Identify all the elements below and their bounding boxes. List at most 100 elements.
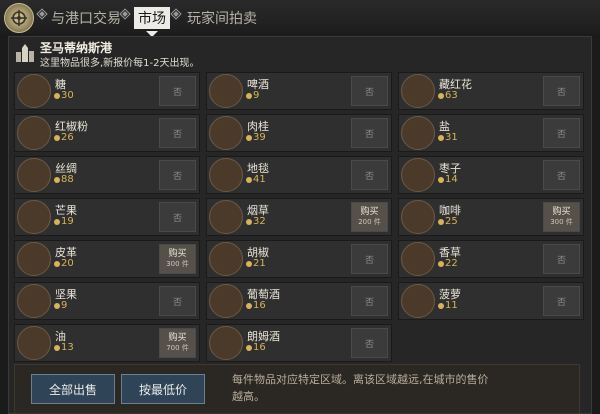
mango-crate-icon [17,200,51,234]
tab-separator-icon [119,8,131,20]
goods-item[interactable]: 糖 30 否 [14,72,200,110]
coin-icon [54,93,60,99]
buy-price: 300 件 [550,218,573,226]
no-offer-button[interactable]: 否 [543,286,580,316]
goods-quantity: 31 [445,132,458,143]
coin-icon [438,135,444,141]
action-label: 否 [364,171,374,182]
goods-quantity: 16 [253,342,266,353]
buy-price: 700 件 [166,344,189,352]
goods-item[interactable]: 红椒粉 26 否 [14,114,200,152]
goods-item[interactable]: 香草 22 否 [398,240,584,278]
no-offer-button[interactable]: 否 [159,160,196,190]
coin-icon [246,219,252,225]
action-label: 否 [172,297,182,308]
action-label: 否 [172,213,182,224]
action-label: 否 [556,129,566,140]
goods-quantity: 32 [253,216,266,227]
action-label: 否 [364,255,374,266]
no-offer-button[interactable]: 否 [351,244,388,274]
no-offer-button[interactable]: 否 [159,118,196,148]
sell-all-button[interactable]: 全部出售 [31,374,115,404]
goods-quantity: 9 [253,90,260,101]
goods-item[interactable]: 烟草 32 购买 200 件 [206,198,392,236]
coin-icon [54,177,60,183]
tab-port-trade[interactable]: 与港口交易 [51,8,121,28]
goods-item[interactable]: 胡椒 21 否 [206,240,392,278]
no-offer-button[interactable]: 否 [351,118,388,148]
no-offer-button[interactable]: 否 [543,244,580,274]
action-label: 否 [364,87,374,98]
no-offer-button[interactable]: 否 [351,160,388,190]
coin-icon [54,261,60,267]
no-offer-button[interactable]: 否 [543,118,580,148]
goods-item[interactable]: 枣子 14 否 [398,156,584,194]
carpet-icon [209,158,243,192]
dates-icon [401,158,435,192]
no-offer-button[interactable]: 否 [543,76,580,106]
action-label: 否 [364,129,374,140]
coin-icon [54,345,60,351]
goods-item[interactable]: 皮革 20 购买 300 件 [14,240,200,278]
port-description: 这里物品很多,新报价每1-2天出现。 [40,58,200,69]
goods-item[interactable]: 芒果 19 否 [14,198,200,236]
no-offer-button[interactable]: 否 [351,286,388,316]
top-bar: 与港口交易 市场 玩家间拍卖 [0,0,600,37]
goods-item[interactable]: 菠萝 11 否 [398,282,584,320]
goods-item[interactable]: 油 13 购买 700 件 [14,324,200,362]
goods-quantity: 13 [61,342,74,353]
tab-market[interactable]: 市场 [134,7,170,29]
port-icon [16,44,34,62]
sugar-sack-icon [17,74,51,108]
coin-icon [54,135,60,141]
action-label: 否 [556,255,566,266]
tobacco-icon [209,200,243,234]
nuts-sack-icon [17,284,51,318]
goods-quantity: 20 [61,258,74,269]
no-offer-button[interactable]: 否 [351,328,388,358]
goods-item[interactable]: 朗姆酒 16 否 [206,324,392,362]
wine-bottle-icon [209,284,243,318]
salt-icon [401,116,435,150]
action-label: 否 [556,297,566,308]
no-offer-button[interactable]: 否 [159,76,196,106]
action-label: 否 [172,171,182,182]
no-offer-button[interactable]: 否 [159,202,196,232]
action-label: 购买 [360,207,379,217]
goods-quantity: 14 [445,174,458,185]
goods-item[interactable]: 坚果 9 否 [14,282,200,320]
helm-logo-icon[interactable] [4,3,34,33]
goods-quantity: 21 [253,258,266,269]
no-offer-button[interactable]: 否 [351,76,388,106]
goods-item[interactable]: 丝绸 88 否 [14,156,200,194]
goods-item[interactable]: 啤酒 9 否 [206,72,392,110]
goods-item[interactable]: 咖啡 25 购买 300 件 [398,198,584,236]
tab-player-auction[interactable]: 玩家间拍卖 [187,8,257,28]
goods-item[interactable]: 地毯 41 否 [206,156,392,194]
buy-button[interactable]: 购买 700 件 [159,328,196,358]
no-offer-button[interactable]: 否 [543,160,580,190]
goods-quantity: 16 [253,300,266,311]
goods-item[interactable]: 葡萄酒 16 否 [206,282,392,320]
action-label: 购买 [168,333,187,343]
buy-button[interactable]: 购买 300 件 [159,244,196,274]
action-label: 购买 [552,207,571,217]
buy-button[interactable]: 购买 200 件 [351,202,388,232]
goods-item[interactable]: 盐 31 否 [398,114,584,152]
saffron-icon [401,74,435,108]
no-offer-button[interactable]: 否 [159,286,196,316]
paprika-icon [17,116,51,150]
goods-item[interactable]: 藏红花 63 否 [398,72,584,110]
action-label: 否 [556,171,566,182]
coin-icon [54,303,60,309]
buy-button[interactable]: 购买 300 件 [543,202,580,232]
buy-price: 200 件 [358,218,381,226]
goods-quantity: 88 [61,174,74,185]
action-label: 否 [364,297,374,308]
coin-icon [246,93,252,99]
lowest-price-button[interactable]: 按最低价 [121,374,205,404]
goods-quantity: 22 [445,258,458,269]
coin-icon [438,261,444,267]
rum-barrel-icon [209,326,243,360]
goods-item[interactable]: 肉桂 39 否 [206,114,392,152]
